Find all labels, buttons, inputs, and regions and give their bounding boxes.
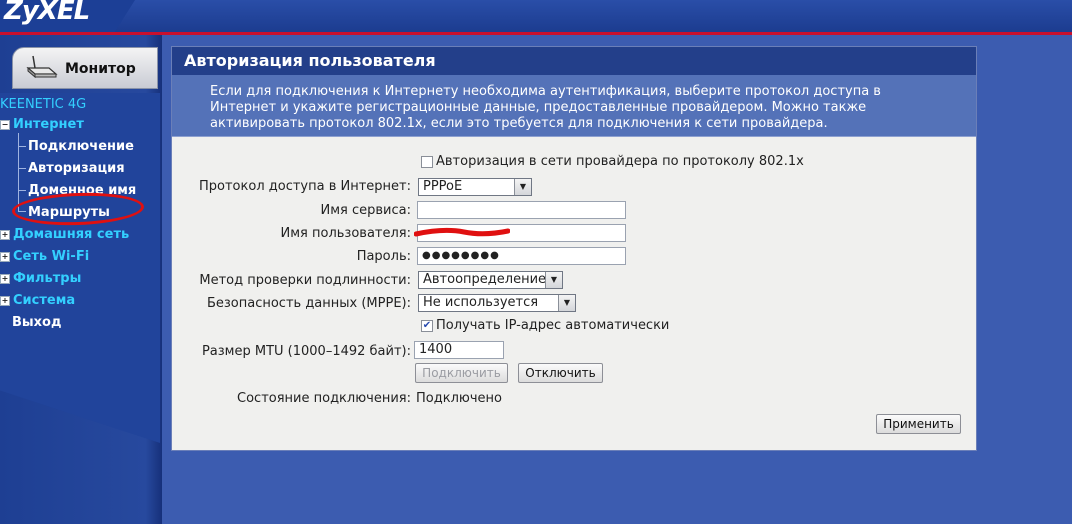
mppe-select[interactable]: Не используется ▼: [418, 294, 576, 312]
expand-icon: +: [0, 230, 10, 240]
monitor-tab[interactable]: Монитор: [12, 47, 158, 89]
sidebar-item-logout[interactable]: Выход: [12, 315, 61, 330]
dot1x-label: Авторизация в сети провайдера по протоко…: [436, 154, 804, 169]
expand-icon: +: [0, 252, 10, 262]
sidebar-item-internet[interactable]: − Интернет: [0, 117, 84, 132]
sidebar-item-wifi[interactable]: + Сеть Wi-Fi: [0, 249, 89, 264]
service-label: Имя сервиса:: [320, 203, 412, 218]
router-icon: [25, 54, 59, 84]
auth-method-label: Метод проверки подлинности:: [199, 273, 411, 288]
username-label: Имя пользователя:: [280, 226, 411, 241]
monitor-label: Монитор: [65, 61, 136, 77]
tree-branch: [18, 168, 26, 169]
auto-ip-label: Получать IP-адрес автоматически: [436, 318, 670, 333]
sidebar-item-authorization[interactable]: Авторизация: [28, 161, 125, 176]
protocol-select[interactable]: PPPoE ▼: [418, 178, 532, 196]
expand-icon: +: [0, 296, 10, 306]
service-input[interactable]: [417, 201, 626, 219]
sidebar: Монитор KEENETIC 4G − Интернет Подключени…: [0, 35, 162, 524]
top-banner: [0, 0, 1072, 34]
apply-button[interactable]: Применить: [876, 414, 961, 434]
collapse-icon: −: [0, 120, 10, 130]
dot1x-checkbox[interactable]: [421, 156, 433, 168]
sidebar-item-connection[interactable]: Подключение: [28, 139, 134, 154]
protocol-label: Протокол доступа в Интернет:: [199, 179, 411, 194]
sidebar-item-home-network[interactable]: + Домашняя сеть: [0, 227, 129, 242]
chevron-down-icon: ▼: [558, 295, 575, 311]
status-badge: Подключено: [416, 391, 502, 406]
auto-ip-checkbox[interactable]: ✔: [421, 320, 433, 332]
page-title: Авторизация пользователя: [172, 47, 976, 75]
logo-area: ZyXEL: [0, 0, 135, 32]
redaction-scribble: [414, 227, 510, 237]
mtu-input[interactable]: 1400: [414, 341, 504, 359]
expand-icon: +: [0, 274, 10, 284]
auth-method-select[interactable]: Автоопределение ▼: [418, 271, 563, 289]
disconnect-button[interactable]: Отключить: [518, 363, 603, 383]
mppe-label: Безопасность данных (MPPE):: [206, 296, 411, 311]
chevron-down-icon: ▼: [514, 179, 531, 195]
chevron-down-icon: ▼: [545, 272, 562, 288]
connect-button[interactable]: Подключить: [415, 363, 508, 383]
panel-description: Если для подключения к Интернету необход…: [172, 75, 976, 137]
password-input[interactable]: ●●●●●●●●: [417, 247, 626, 265]
mtu-label: Размер MTU (1000–1492 байт):: [201, 344, 411, 359]
device-name: KEENETIC 4G: [0, 97, 87, 112]
status-label: Состояние подключения:: [237, 391, 411, 406]
password-label: Пароль:: [356, 249, 411, 264]
sidebar-item-system[interactable]: + Система: [0, 293, 75, 308]
tree-branch: [18, 146, 26, 147]
tree-branch: [18, 190, 26, 191]
zyxel-logo: ZyXEL: [4, 0, 90, 26]
sidebar-item-filters[interactable]: + Фильтры: [0, 271, 81, 286]
tree-line: [18, 133, 19, 211]
